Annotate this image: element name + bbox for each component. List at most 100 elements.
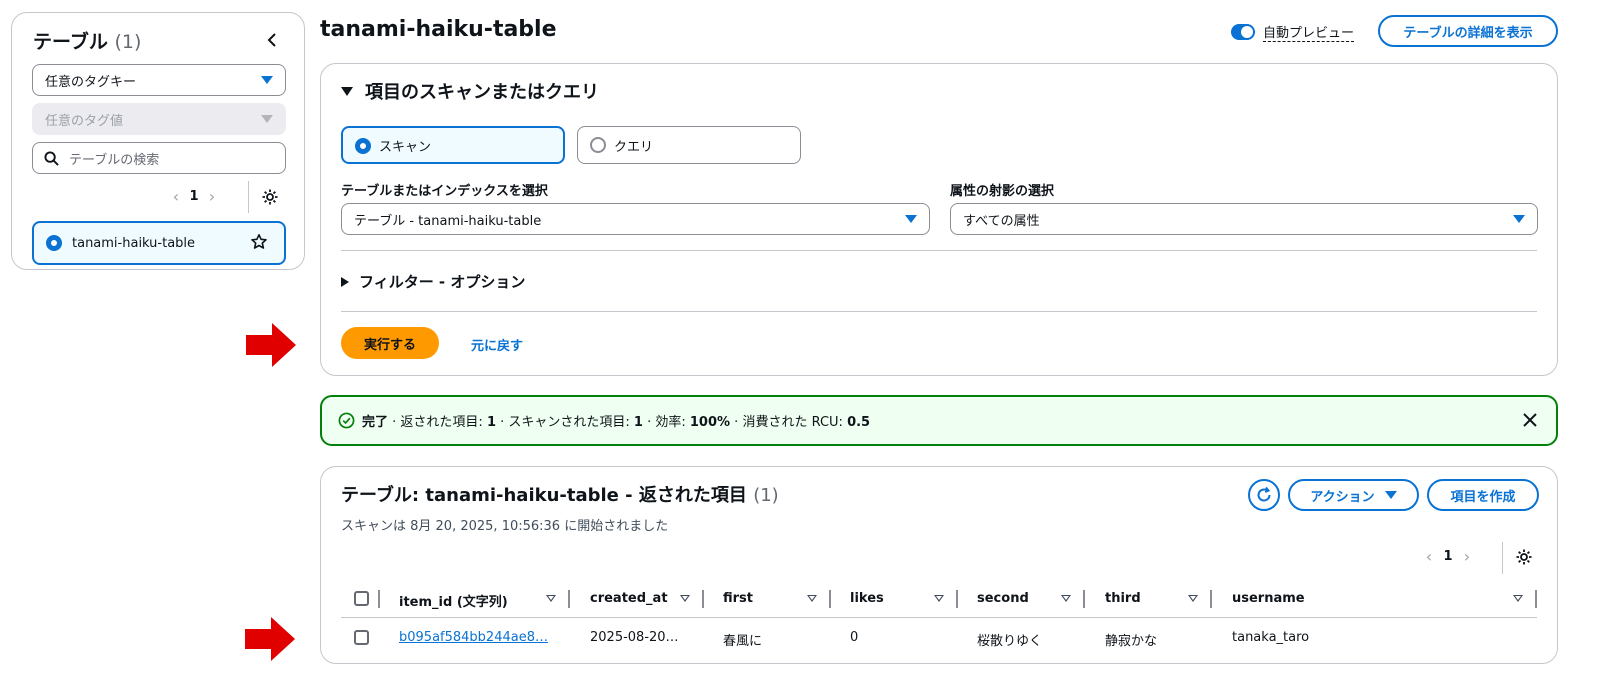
caret-down-icon xyxy=(261,76,273,84)
actions-button-label: アクション xyxy=(1310,489,1375,505)
flash-returned-label: · 返された項目: xyxy=(388,415,487,430)
tag-value-select-text: 任意のタグ値 xyxy=(45,113,124,129)
scan-query-container: 項目のスキャンまたはクエリ スキャン クエリ テーブルまたはインデックスを選択 … xyxy=(320,63,1558,376)
caret-down-icon xyxy=(341,86,353,96)
tag-key-select-text: 任意のタグキー xyxy=(45,74,137,90)
flash-efficiency-value: 100% xyxy=(689,415,731,430)
close-icon[interactable] xyxy=(1522,412,1538,432)
red-arrow-icon xyxy=(246,323,296,367)
table-list-item[interactable]: tanami-haiku-table xyxy=(32,221,286,265)
scan-started-text: スキャンは 8月 20, 2025, 10:56:36 に開始されました xyxy=(341,519,669,534)
scan-query-title: 項目のスキャンまたはクエリ xyxy=(365,82,599,103)
page-title: tanami-haiku-table xyxy=(320,17,557,42)
table-search-placeholder: テーブルの検索 xyxy=(69,152,160,168)
gear-icon[interactable] xyxy=(1515,548,1533,566)
table-search-input[interactable]: テーブルの検索 xyxy=(32,142,286,174)
tables-panel-title-text: テーブル xyxy=(33,31,108,53)
divider xyxy=(1502,542,1503,574)
create-item-button[interactable]: 項目を作成 xyxy=(1427,479,1539,511)
reset-button[interactable]: 元に戻す xyxy=(471,335,523,354)
projection-select-value: すべての属性 xyxy=(963,213,1040,229)
gear-icon[interactable] xyxy=(261,188,279,206)
view-table-details-button[interactable]: テーブルの詳細を表示 xyxy=(1378,15,1558,47)
sort-icon[interactable] xyxy=(680,595,690,602)
column-header-label: item_id (文字列) xyxy=(399,595,508,610)
flash-rcu-label: · 消費された RCU: xyxy=(730,415,848,430)
item-id-link[interactable]: b095af584bb244ae8… xyxy=(399,630,548,645)
scan-option-tile[interactable]: スキャン xyxy=(341,126,565,164)
column-divider[interactable] xyxy=(1083,590,1085,608)
column-header-first[interactable]: first xyxy=(723,591,753,606)
divider xyxy=(341,250,1537,251)
cell-third: 静寂かな xyxy=(1105,634,1158,649)
actions-button[interactable]: アクション xyxy=(1288,479,1419,511)
caret-down-icon xyxy=(1384,491,1397,499)
flash-status: 完了 xyxy=(362,415,389,430)
refresh-button[interactable] xyxy=(1248,479,1280,511)
table-list-item-name: tanami-haiku-table xyxy=(72,235,196,251)
row-checkbox[interactable] xyxy=(354,630,369,645)
tables-pagination: ‹ 1 › xyxy=(166,187,222,206)
results-container: テーブル: tanami-haiku-table - 返された項目 (1) スキ… xyxy=(320,466,1558,664)
table-index-select-value: テーブル - tanami-haiku-table xyxy=(354,213,542,229)
prev-page-icon[interactable]: ‹ xyxy=(166,187,186,206)
radio-unselected-icon[interactable] xyxy=(590,137,606,153)
column-divider[interactable] xyxy=(1535,590,1537,608)
caret-right-icon xyxy=(341,276,349,287)
sort-icon[interactable] xyxy=(546,595,556,602)
tag-value-select: 任意のタグ値 xyxy=(32,103,286,135)
projection-select[interactable]: すべての属性 xyxy=(950,203,1538,235)
run-button[interactable]: 実行する xyxy=(341,327,439,359)
tables-side-panel: テーブル (1) 任意のタグキー 任意のタグ値 テーブルの検索 ‹ 1 › ta… xyxy=(11,12,305,270)
cell-second: 桜散りゆく xyxy=(977,634,1043,649)
search-icon xyxy=(44,151,59,170)
star-icon[interactable] xyxy=(250,233,268,255)
table-index-select[interactable]: テーブル - tanami-haiku-table xyxy=(341,203,930,235)
auto-preview-toggle[interactable] xyxy=(1231,24,1255,40)
filter-options-header[interactable]: フィルター - オプション xyxy=(341,271,525,292)
table-index-select-label: テーブルまたはインデックスを選択 xyxy=(341,184,548,199)
column-header-third[interactable]: third xyxy=(1105,591,1141,606)
radio-selected-icon[interactable] xyxy=(46,235,62,251)
current-page[interactable]: 1 xyxy=(186,189,202,204)
next-page-icon[interactable]: › xyxy=(1457,547,1477,566)
column-header-username[interactable]: username xyxy=(1232,591,1305,606)
column-divider[interactable] xyxy=(568,590,570,608)
success-flash: 完了 · 返された項目: 1 · スキャンされた項目: 1 · 効率: 100%… xyxy=(320,395,1558,446)
column-divider[interactable] xyxy=(829,590,831,608)
column-header-item-id[interactable]: item_id (文字列) xyxy=(399,591,508,610)
scan-option-label: スキャン xyxy=(379,139,432,155)
sort-icon[interactable] xyxy=(1188,595,1198,602)
results-title: テーブル: tanami-haiku-table - 返された項目 (1) xyxy=(341,481,779,507)
results-pagination: ‹ 1 › xyxy=(1419,547,1477,566)
column-header-likes[interactable]: likes xyxy=(850,591,884,606)
red-arrow-icon xyxy=(245,617,295,661)
caret-down-icon xyxy=(905,215,917,223)
caret-down-icon xyxy=(1513,215,1525,223)
current-page[interactable]: 1 xyxy=(1439,549,1457,564)
auto-preview-label[interactable]: 自動プレビュー xyxy=(1263,22,1355,42)
select-all-checkbox[interactable] xyxy=(354,591,369,606)
caret-down-icon xyxy=(261,115,273,123)
flash-scanned-label: · スキャンされた項目: xyxy=(495,415,634,430)
sort-icon[interactable] xyxy=(934,595,944,602)
radio-selected-icon[interactable] xyxy=(355,138,371,154)
column-divider[interactable] xyxy=(1210,590,1212,608)
tag-key-select[interactable]: 任意のタグキー xyxy=(32,64,286,96)
refresh-icon xyxy=(1257,486,1271,502)
column-divider[interactable] xyxy=(702,590,704,608)
query-option-tile[interactable]: クエリ xyxy=(577,126,801,164)
next-page-icon[interactable]: › xyxy=(202,187,222,206)
column-divider[interactable] xyxy=(956,590,958,608)
cell-created-at: 2025-08-20… xyxy=(590,630,679,645)
collapse-panel-icon[interactable] xyxy=(262,30,282,50)
scan-query-section-header[interactable]: 項目のスキャンまたはクエリ xyxy=(341,78,599,104)
column-header-second[interactable]: second xyxy=(977,591,1029,606)
filter-options-title: フィルター - オプション xyxy=(359,273,526,291)
flash-efficiency-label: · 効率: xyxy=(642,415,690,430)
sort-icon[interactable] xyxy=(1061,595,1071,602)
sort-icon[interactable] xyxy=(807,595,817,602)
column-header-created-at[interactable]: created_at xyxy=(590,591,668,606)
sort-icon[interactable] xyxy=(1513,595,1523,602)
prev-page-icon[interactable]: ‹ xyxy=(1419,547,1439,566)
